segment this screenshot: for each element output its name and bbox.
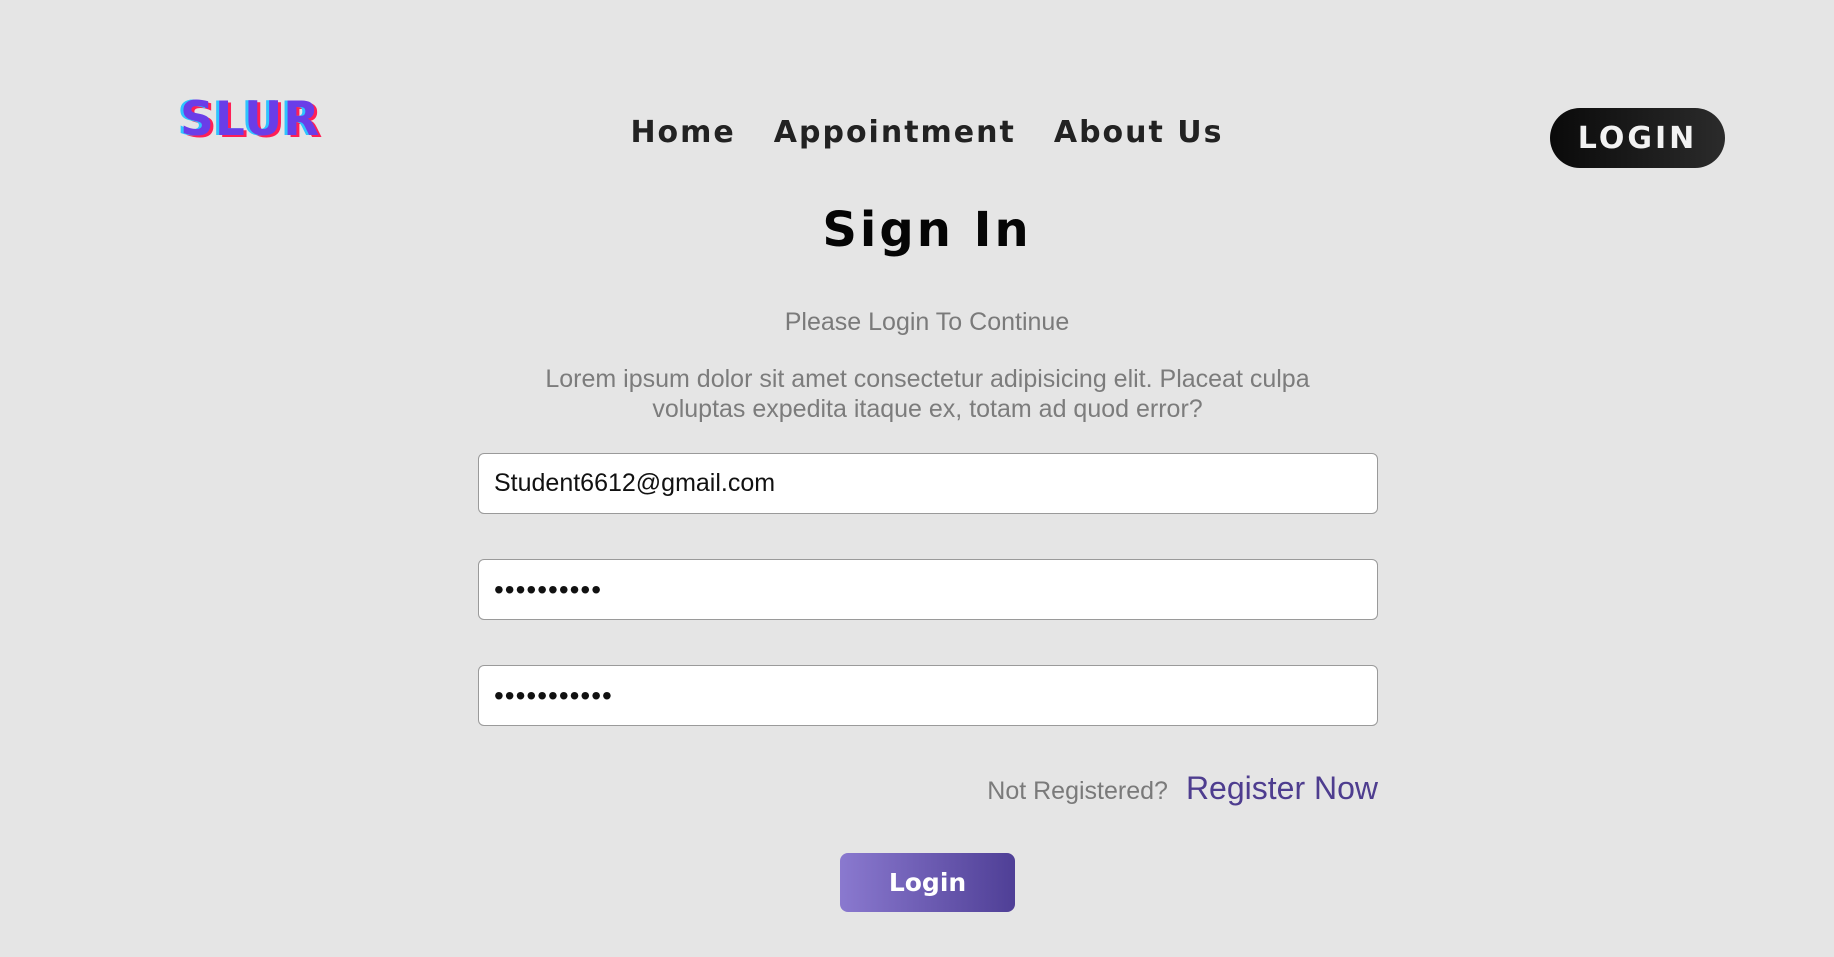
page-subtitle: Please Login To Continue <box>784 308 1070 336</box>
nav-home-link[interactable]: Home <box>630 118 735 148</box>
confirm-password-field[interactable]: ••••••••••• <box>478 665 1378 726</box>
password-field[interactable]: •••••••••• <box>478 559 1378 620</box>
login-submit-button[interactable]: Login <box>840 853 1015 912</box>
register-now-link[interactable]: Register Now <box>1186 770 1378 807</box>
register-prompt: Not Registered? Register Now <box>987 770 1378 807</box>
not-registered-text: Not Registered? <box>987 777 1168 805</box>
email-field[interactable]: Student6612@gmail.com <box>478 453 1378 514</box>
page-description: Lorem ipsum dolor sit amet consectetur a… <box>545 365 1310 423</box>
page-title: Sign In <box>822 202 1032 258</box>
nav-appointment-link[interactable]: Appointment <box>774 118 1016 148</box>
header-login-button[interactable]: LOGIN <box>1550 108 1725 168</box>
nav-about-us-link[interactable]: About Us <box>1054 118 1224 148</box>
